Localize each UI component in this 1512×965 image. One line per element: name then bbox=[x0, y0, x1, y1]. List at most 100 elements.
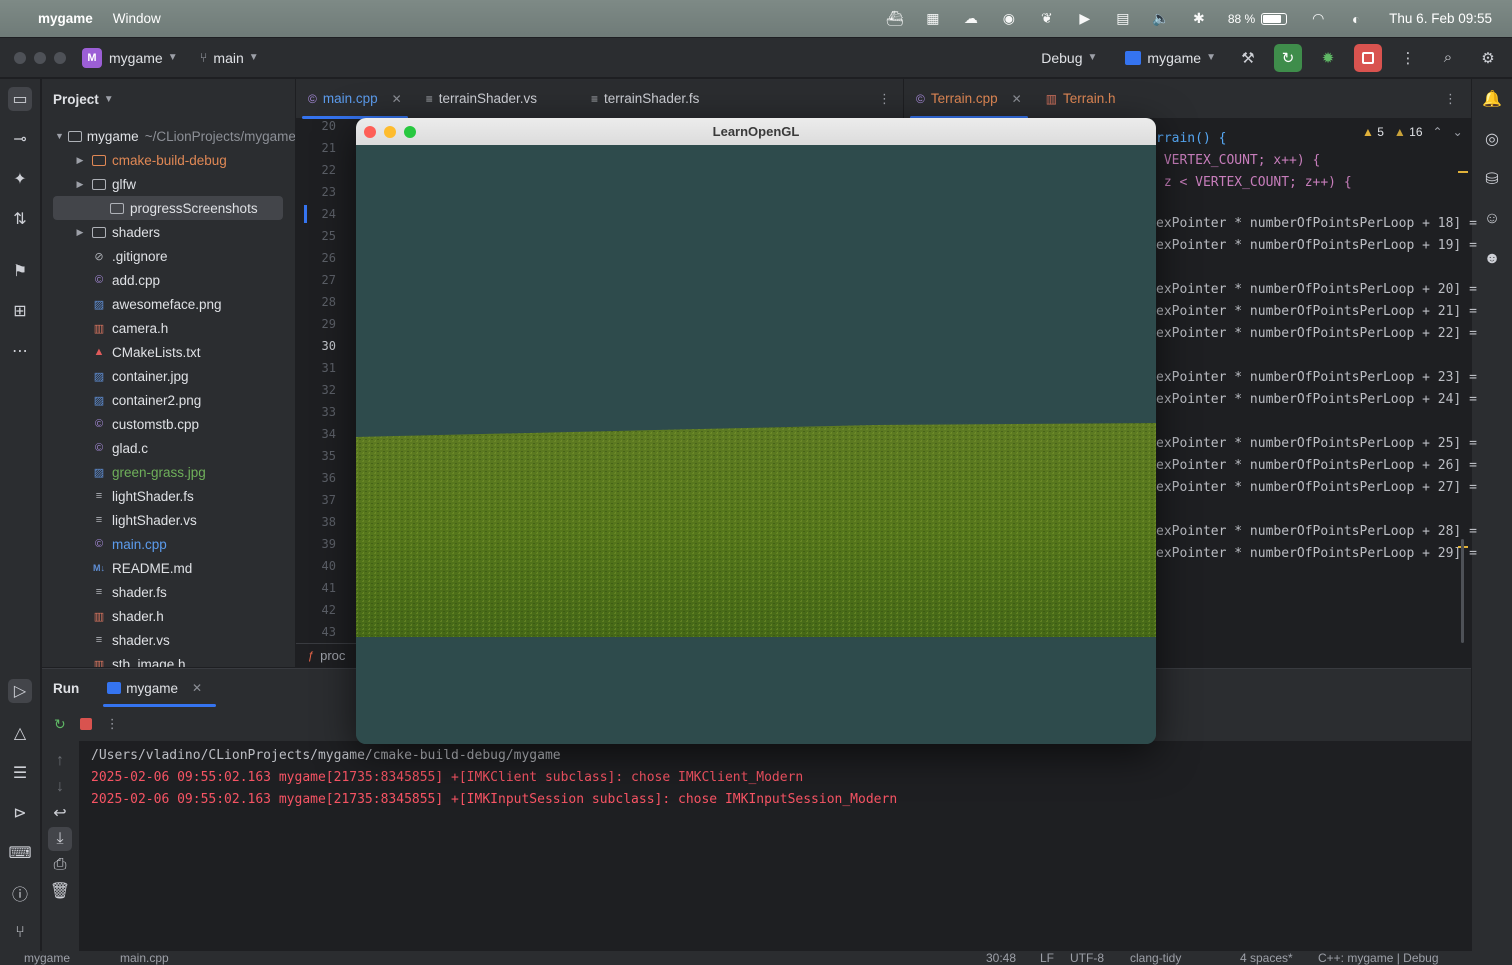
editor-tab[interactable]: ≡ terrainShader.fs bbox=[579, 79, 741, 119]
inspection-widget[interactable]: ▲ 5 ▲ 16 ⌃ ⌄ bbox=[1362, 125, 1463, 139]
branch-switcher[interactable]: ⑂ main ▼ bbox=[200, 50, 259, 66]
more-vertical-icon[interactable]: ⋮ bbox=[1394, 44, 1422, 72]
tree-item[interactable]: ≡ shader.vs bbox=[42, 628, 295, 652]
arrow-down-icon[interactable]: ↓ bbox=[48, 775, 72, 799]
run-tab-mygame[interactable]: mygame ✕ bbox=[103, 669, 217, 707]
commit-icon[interactable]: ⊸ bbox=[8, 127, 32, 151]
more-vertical-icon[interactable]: ⋮ bbox=[1444, 91, 1457, 107]
arrow-up-icon[interactable]: ↑ bbox=[48, 749, 72, 773]
problems-icon[interactable]: ⓘ bbox=[8, 881, 32, 905]
tree-item[interactable]: © glad.c bbox=[42, 436, 295, 460]
git-icon[interactable]: ⑂ bbox=[8, 921, 32, 945]
tree-item[interactable]: ⊘ .gitignore bbox=[42, 244, 295, 268]
opengl-render-canvas[interactable] bbox=[356, 145, 1156, 744]
tree-item[interactable]: ▨ awesomeface.png bbox=[42, 292, 295, 316]
tree-item[interactable]: progressScreenshots bbox=[53, 196, 283, 220]
stop-button[interactable] bbox=[1354, 43, 1382, 72]
tree-item[interactable]: ▲ CMakeLists.txt bbox=[42, 340, 295, 364]
tree-item[interactable]: ▶ glfw bbox=[42, 172, 295, 196]
bookmarks-icon[interactable]: ⚑ bbox=[8, 259, 32, 283]
editor-tab[interactable]: ≡ terrainShader.vs bbox=[414, 79, 579, 119]
tree-item[interactable]: ▥ shader.h bbox=[42, 604, 295, 628]
close-window-button[interactable] bbox=[14, 51, 26, 64]
tree-item[interactable]: ▨ container.jpg bbox=[42, 364, 295, 388]
chevron-down-icon[interactable]: ⌄ bbox=[1453, 125, 1463, 139]
ai-chat-icon[interactable]: ◎ bbox=[1480, 127, 1504, 151]
project-pane-header[interactable]: Project ▼ bbox=[42, 79, 295, 119]
feather-icon[interactable]: ❦ bbox=[1028, 10, 1066, 27]
soft-wrap-icon[interactable]: ↩ bbox=[48, 801, 72, 825]
settings-gear-icon[interactable]: ⚙ bbox=[1474, 44, 1502, 72]
more-tools-icon[interactable]: ⋯ bbox=[8, 339, 32, 363]
opengl-window[interactable]: LearnOpenGL bbox=[356, 118, 1156, 744]
stop-icon[interactable] bbox=[79, 718, 92, 730]
copilot-chat-icon[interactable]: ☻ bbox=[1480, 247, 1504, 271]
close-tab-icon[interactable]: ✕ bbox=[1012, 92, 1022, 106]
ai-assistant-icon[interactable]: ✦ bbox=[8, 167, 32, 191]
docker-icon[interactable]: ⛴ bbox=[876, 10, 914, 27]
editor-tab[interactable]: © main.cpp ✕ bbox=[296, 79, 414, 119]
todo-icon[interactable]: ☰ bbox=[8, 761, 32, 785]
services-icon[interactable]: ⊳ bbox=[8, 801, 32, 825]
minimize-window-button[interactable] bbox=[34, 51, 46, 64]
display-icon[interactable]: ▦ bbox=[914, 10, 952, 27]
pull-requests-icon[interactable]: ⇅ bbox=[8, 207, 32, 231]
tree-item[interactable]: ≡ lightShader.vs bbox=[42, 508, 295, 532]
more-vertical-icon[interactable]: ⋮ bbox=[106, 716, 119, 732]
status-caret-position[interactable]: 30:48 bbox=[986, 951, 1016, 965]
tree-item[interactable]: ≡ lightShader.fs bbox=[42, 484, 295, 508]
status-clang-tidy[interactable]: clang-tidy bbox=[1130, 951, 1181, 965]
wifi-icon[interactable]: ◠ bbox=[1299, 10, 1337, 27]
project-switcher[interactable]: M mygame ▼ bbox=[82, 47, 178, 68]
tree-item[interactable]: © main.cpp bbox=[42, 532, 295, 556]
status-line-separator[interactable]: LF bbox=[1040, 951, 1054, 965]
editor-scrollbar[interactable] bbox=[1461, 539, 1464, 643]
rerun-button[interactable]: ↻ bbox=[1274, 43, 1302, 72]
build-config-select[interactable]: Debug ▼ bbox=[1041, 50, 1097, 66]
structure-icon[interactable]: ⊞ bbox=[8, 299, 32, 323]
app-status-icon[interactable]: ◉ bbox=[990, 10, 1028, 27]
tree-item[interactable]: ▥ stb_image.h bbox=[42, 652, 295, 668]
chevron-right-icon[interactable]: ▶ bbox=[73, 155, 87, 166]
cloud-icon[interactable]: ☁ bbox=[952, 10, 990, 27]
menu-window[interactable]: Window bbox=[113, 11, 161, 26]
opengl-window-titlebar[interactable]: LearnOpenGL bbox=[356, 118, 1156, 145]
tree-item[interactable]: ≡ shader.fs bbox=[42, 580, 295, 604]
status-language[interactable]: C++: mygame | Debug bbox=[1318, 951, 1439, 965]
debug-bug-icon[interactable]: ✹ bbox=[1314, 44, 1342, 72]
scroll-to-end-icon[interactable]: ⤓ bbox=[48, 827, 72, 851]
menu-clock[interactable]: Thu 6. Feb 09:55 bbox=[1389, 11, 1492, 26]
rerun-icon[interactable]: ↻ bbox=[54, 716, 66, 733]
close-tab-icon[interactable]: ✕ bbox=[192, 681, 202, 695]
bluetooth-icon[interactable]: ✱ bbox=[1180, 10, 1218, 27]
volume-icon[interactable]: 🔈 bbox=[1142, 10, 1180, 27]
chevron-right-icon[interactable]: ▶ bbox=[73, 227, 87, 238]
control-center-icon[interactable]: ◐ bbox=[1337, 11, 1375, 27]
tree-item[interactable]: ▶ shaders bbox=[42, 220, 295, 244]
tree-item[interactable]: ▶ cmake-build-debug bbox=[42, 148, 295, 172]
status-indent[interactable]: 4 spaces* bbox=[1240, 951, 1293, 965]
cmake-icon[interactable]: △ bbox=[8, 721, 32, 745]
print-icon[interactable]: ⎙ bbox=[48, 853, 72, 877]
tree-item[interactable]: ▨ container2.png bbox=[42, 388, 295, 412]
run-tool-icon[interactable]: ▷ bbox=[8, 679, 32, 703]
status-encoding[interactable]: UTF-8 bbox=[1070, 951, 1104, 965]
trash-icon[interactable]: 🗑 bbox=[48, 879, 72, 903]
search-icon[interactable]: ⌕ bbox=[1434, 44, 1462, 72]
database-icon[interactable]: ⛁ bbox=[1480, 167, 1504, 191]
notifications-icon[interactable]: 🔔 bbox=[1480, 87, 1504, 111]
editor-tab[interactable]: © Terrain.cpp ✕ bbox=[904, 79, 1034, 119]
project-folder-icon[interactable]: ▭ bbox=[8, 87, 32, 111]
editor-tab[interactable]: ▥ Terrain.h bbox=[1034, 79, 1158, 119]
close-tab-icon[interactable]: ✕ bbox=[392, 92, 402, 106]
status-crumb-project[interactable]: mygame bbox=[24, 951, 70, 965]
more-vertical-icon[interactable]: ⋮ bbox=[878, 91, 891, 107]
build-hammer-icon[interactable]: ⚒ bbox=[1234, 44, 1262, 72]
tree-root[interactable]: ▼ mygame ~/CLionProjects/mygame bbox=[42, 124, 295, 148]
tree-item[interactable]: ▥ camera.h bbox=[42, 316, 295, 340]
play-circle-icon[interactable]: ▶ bbox=[1066, 10, 1104, 27]
battery-icon[interactable] bbox=[1261, 12, 1288, 25]
zoom-window-button[interactable] bbox=[54, 51, 66, 64]
menu-app-name[interactable]: mygame bbox=[38, 11, 93, 26]
tree-item[interactable]: M↓ README.md bbox=[42, 556, 295, 580]
